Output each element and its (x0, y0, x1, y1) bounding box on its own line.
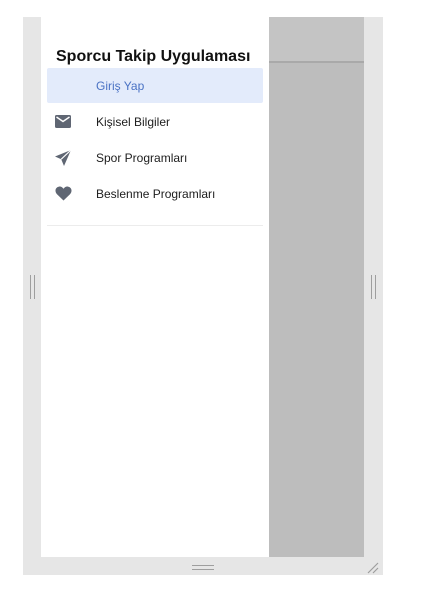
menu-item-label: Kişisel Bilgiler (96, 114, 171, 129)
menu-item-label: Beslenme Programları (96, 186, 216, 201)
menu-item-sport-programs[interactable]: Spor Programları (47, 140, 263, 175)
right-resize-handle[interactable] (371, 275, 376, 299)
device-screen: Sporcu Takip Uygulaması Giriş Yap Kişise… (41, 17, 364, 557)
menu-item-nutrition-programs[interactable]: Beslenme Programları (47, 176, 263, 211)
login-icon-placeholder (54, 77, 72, 95)
drawer-title: Sporcu Takip Uygulaması (56, 48, 251, 65)
heart-icon (54, 185, 72, 203)
mail-icon (54, 113, 72, 131)
left-resize-handle[interactable] (30, 275, 35, 299)
menu-item-login[interactable]: Giriş Yap (47, 68, 263, 103)
send-icon (54, 149, 72, 167)
menu-item-label: Giriş Yap (96, 78, 145, 93)
navigation-drawer: Sporcu Takip Uygulaması Giriş Yap Kişise… (41, 17, 269, 557)
drawer-divider (47, 225, 263, 226)
bottom-resize-handle[interactable] (192, 565, 214, 570)
corner-resize-grip-icon[interactable] (366, 561, 380, 575)
menu-item-personal-info[interactable]: Kişisel Bilgiler (47, 104, 263, 139)
drawer-menu: Giriş Yap Kişisel Bilgiler Spor Programl… (47, 68, 263, 212)
menu-item-label: Spor Programları (96, 150, 188, 165)
